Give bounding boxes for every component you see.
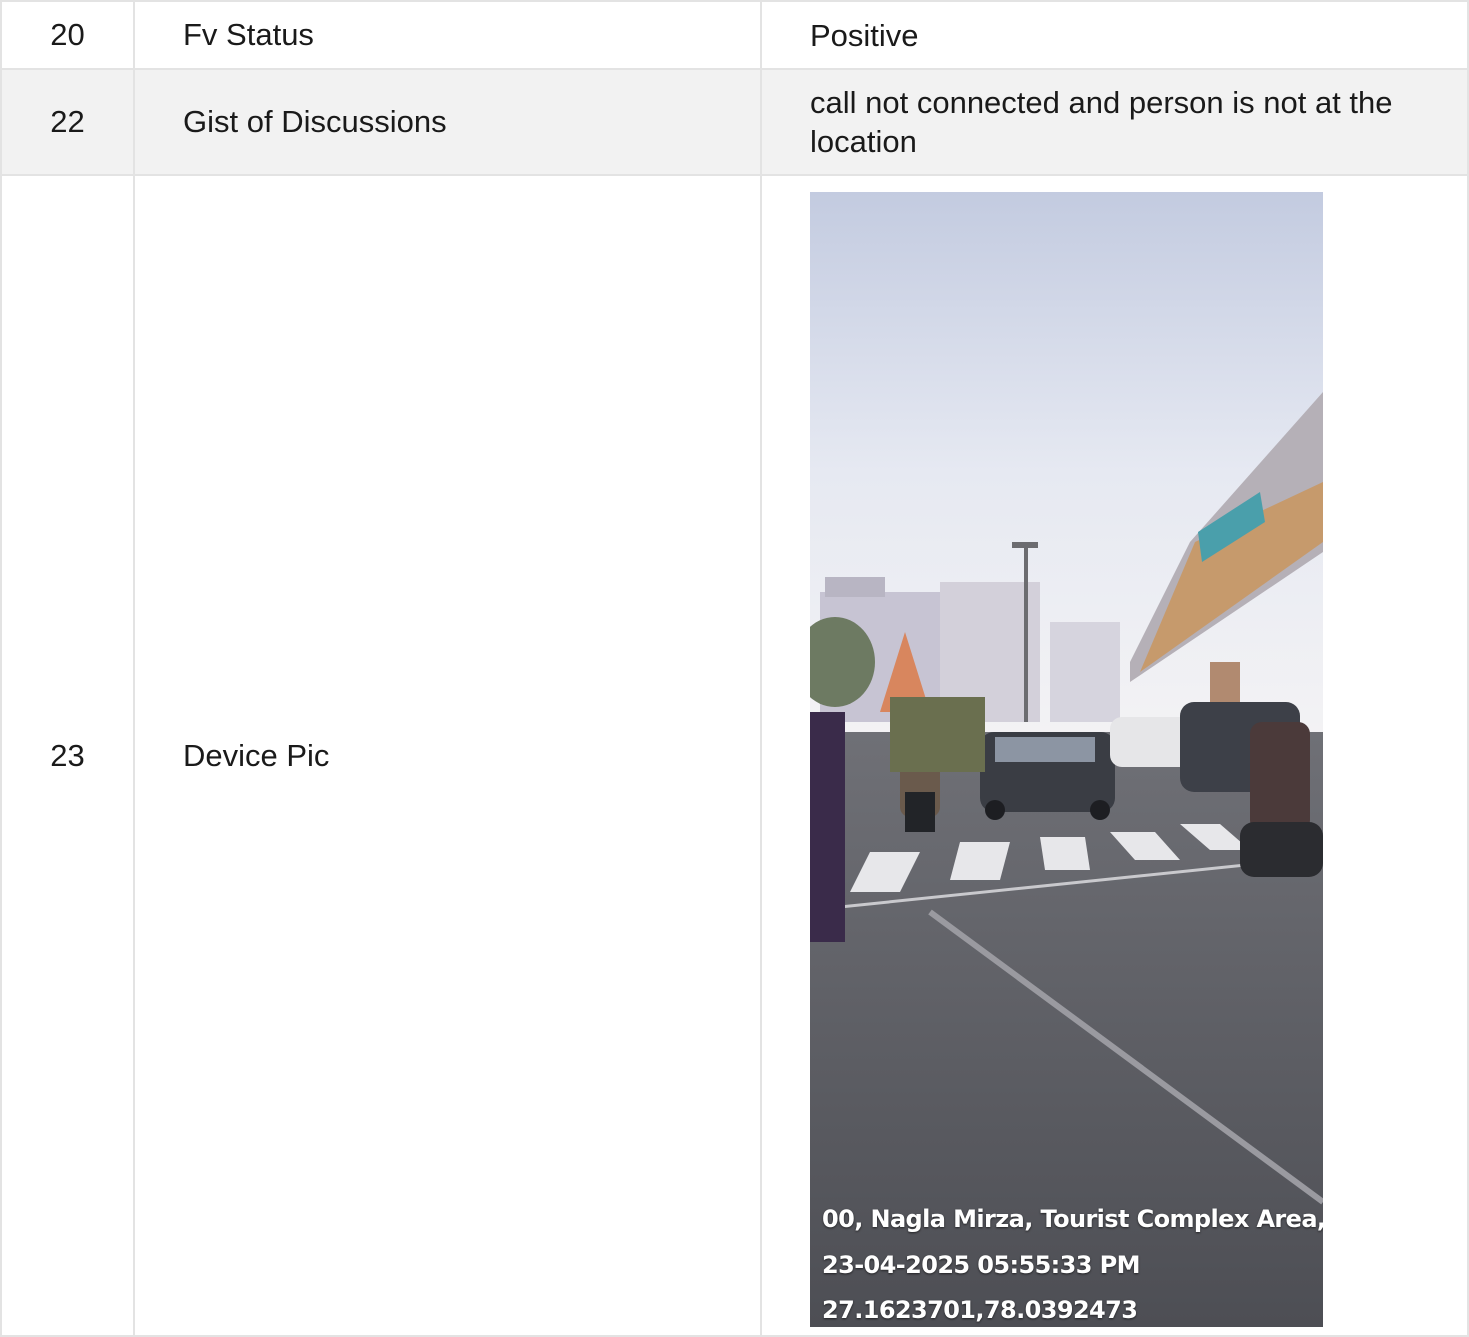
details-table: 20 Fv Status Positive 22 Gist of Discuss… (0, 0, 1469, 1337)
row-label: Device Pic (133, 174, 762, 1337)
row-number: 22 (0, 68, 135, 176)
street-scene-image (810, 192, 1323, 1327)
device-photo: 00, Nagla Mirza, Tourist Complex Area, .… (810, 192, 1323, 1327)
row-value: Positive (760, 0, 1469, 70)
row-label: Gist of Discussions (133, 68, 762, 176)
photo-address-stamp: 00, Nagla Mirza, Tourist Complex Area, .… (822, 1205, 1323, 1233)
photo-datetime-stamp: 23-04-2025 05:55:33 PM (822, 1251, 1140, 1279)
row-label: Fv Status (133, 0, 762, 70)
row-value: call not connected and person is not at … (760, 68, 1469, 176)
row-number: 23 (0, 174, 135, 1337)
photo-coordinates-stamp: 27.1623701,78.0392473 (822, 1296, 1138, 1324)
row-number: 20 (0, 0, 135, 70)
table-row-gist: 22 Gist of Discussions call not connecte… (0, 68, 1469, 176)
row-value: 00, Nagla Mirza, Tourist Complex Area, .… (760, 174, 1469, 1337)
table-row-device-pic: 23 Device Pic 00, Nagla Mirza, Tourist C… (0, 174, 1469, 1337)
table-row-fv-status: 20 Fv Status Positive (0, 0, 1469, 70)
